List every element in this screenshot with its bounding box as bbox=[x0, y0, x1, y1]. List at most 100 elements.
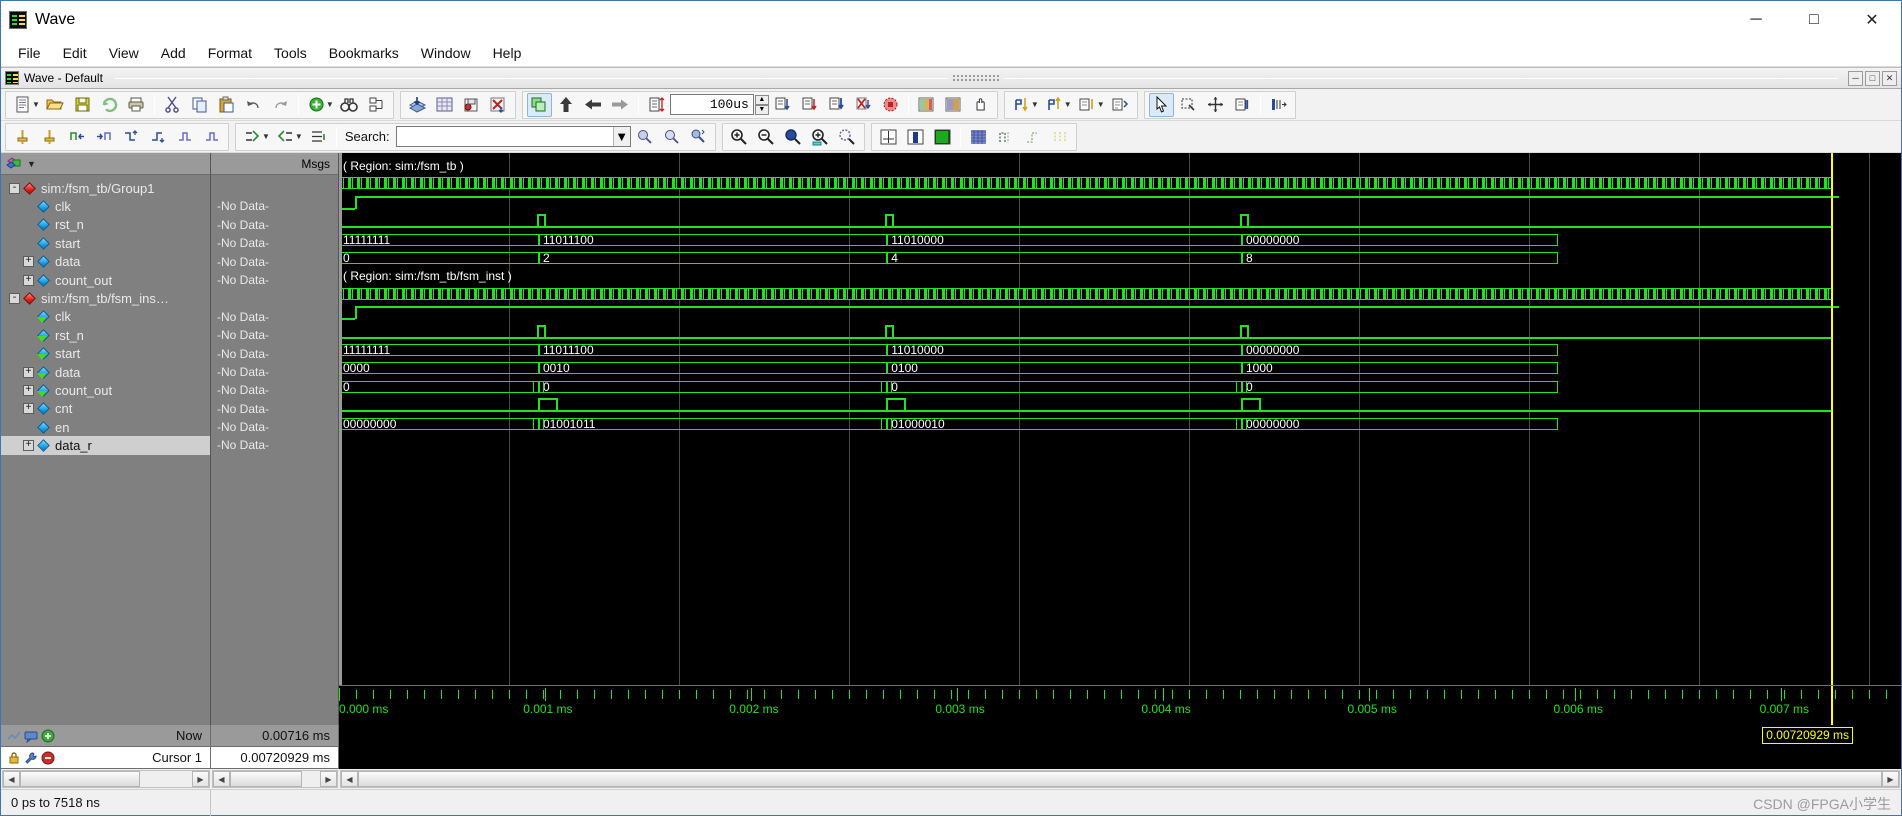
expand-expander-icon[interactable]: + bbox=[23, 384, 34, 396]
values-scrollbar-row[interactable]: ◀ ▶ bbox=[211, 769, 339, 789]
mosaic-step-3-icon[interactable] bbox=[1047, 125, 1072, 149]
view-single-icon[interactable] bbox=[876, 125, 901, 149]
signal-row-count_out[interactable]: + count_out bbox=[1, 271, 210, 289]
find-previous-transition-icon[interactable] bbox=[64, 125, 89, 149]
wave-format-b-dropdown-icon[interactable]: ▼ bbox=[1064, 100, 1072, 109]
open-folder-icon[interactable] bbox=[43, 93, 68, 117]
menu-tools[interactable]: Tools bbox=[263, 41, 318, 65]
add-cursor-icon[interactable] bbox=[41, 729, 55, 743]
wave-scroll-right-icon[interactable]: ▶ bbox=[1882, 771, 1899, 787]
continue-run-icon[interactable] bbox=[797, 93, 822, 117]
objects-dropdown-icon[interactable]: ▼ bbox=[27, 159, 36, 169]
signal-row-cnt[interactable]: + cnt bbox=[1, 400, 210, 418]
dataset-snapshot-icon[interactable] bbox=[459, 93, 484, 117]
view-compact-icon[interactable] bbox=[903, 125, 928, 149]
mosaic-step-2-icon[interactable] bbox=[1020, 125, 1045, 149]
minimize-button[interactable]: ─ bbox=[1727, 1, 1785, 39]
annotation-icon[interactable] bbox=[24, 729, 38, 743]
edit-grid-icon[interactable] bbox=[1230, 93, 1255, 117]
delete-cursor-icon[interactable] bbox=[41, 751, 55, 765]
print-icon[interactable] bbox=[124, 93, 149, 117]
signal-row-sim--fsm_tb-group1[interactable]: - sim:/fsm_tb/Group1 bbox=[1, 179, 210, 197]
dataset-grid-icon[interactable] bbox=[432, 93, 457, 117]
cursor-1-ruler-line[interactable] bbox=[1830, 686, 1833, 725]
signal-row-rst_n[interactable]: rst_n bbox=[1, 326, 210, 344]
dataset-stack-icon[interactable] bbox=[405, 93, 430, 117]
cursor1-row[interactable]: Cursor 1 bbox=[1, 747, 211, 769]
menu-view[interactable]: View bbox=[98, 41, 150, 65]
menu-bookmarks[interactable]: Bookmarks bbox=[318, 41, 410, 65]
menu-help[interactable]: Help bbox=[482, 41, 533, 65]
expand-expander-icon[interactable]: + bbox=[23, 366, 34, 378]
redo-icon[interactable] bbox=[268, 93, 293, 117]
signal-tree[interactable]: - sim:/fsm_tb/Group1 clk rst_n start + data + co… bbox=[1, 175, 210, 725]
search-options-icon[interactable] bbox=[686, 125, 711, 149]
run-length-input[interactable]: 100us bbox=[669, 94, 754, 115]
zoom-cursor-icon[interactable] bbox=[808, 125, 833, 149]
menu-edit[interactable]: Edit bbox=[52, 41, 98, 65]
find-next-transition-icon[interactable] bbox=[91, 125, 116, 149]
subwindow-minimize-button[interactable]: ─ bbox=[1848, 70, 1864, 86]
signal-row-start[interactable]: start bbox=[1, 234, 210, 252]
find-falling-edge-icon[interactable] bbox=[118, 125, 143, 149]
zoom-select-icon[interactable] bbox=[1176, 93, 1201, 117]
objects-icon[interactable] bbox=[6, 156, 24, 171]
subwindow-maximize-button[interactable]: □ bbox=[1865, 70, 1881, 86]
signal-row-clk[interactable]: clk bbox=[1, 197, 210, 215]
collapse-expander-icon[interactable]: - bbox=[9, 293, 20, 305]
wave-format-d-icon[interactable] bbox=[1108, 93, 1133, 117]
signal-row-en[interactable]: en bbox=[1, 418, 210, 436]
dataset-delete-icon[interactable] bbox=[486, 93, 511, 117]
zoom-full-icon[interactable] bbox=[781, 125, 806, 149]
zoom-range-icon[interactable] bbox=[835, 125, 860, 149]
coverage-b-icon[interactable] bbox=[941, 93, 966, 117]
run-all-icon[interactable] bbox=[824, 93, 849, 117]
names-scroll-left-icon[interactable]: ◀ bbox=[3, 771, 20, 787]
maximize-button[interactable]: □ bbox=[1785, 1, 1843, 39]
values-scroll-thumb[interactable] bbox=[230, 771, 302, 787]
paste-icon[interactable] bbox=[214, 93, 239, 117]
search-box[interactable]: ▼ bbox=[395, 126, 631, 147]
run-up-arrow-icon[interactable] bbox=[554, 93, 579, 117]
menu-add[interactable]: Add bbox=[150, 41, 197, 65]
stop-icon[interactable] bbox=[878, 93, 903, 117]
wave-cursor-icon[interactable] bbox=[7, 729, 21, 743]
wave-compare-icon[interactable] bbox=[1266, 93, 1291, 117]
restart-icon[interactable] bbox=[526, 92, 552, 117]
wave-scroll-thumb[interactable] bbox=[358, 771, 1882, 787]
zoom-in-icon[interactable] bbox=[727, 125, 752, 149]
values-scroll-left-icon[interactable]: ◀ bbox=[213, 771, 230, 787]
signal-row-data[interactable]: + data bbox=[1, 363, 210, 381]
wave-format-a-dropdown-icon[interactable]: ▼ bbox=[1031, 100, 1039, 109]
values-horizontal-scrollbar[interactable]: ◀ ▶ bbox=[212, 770, 338, 788]
subwindow-close-button[interactable]: ✕ bbox=[1882, 70, 1898, 86]
undo-icon[interactable] bbox=[241, 93, 266, 117]
expand-expander-icon[interactable]: + bbox=[23, 256, 34, 268]
signal-row-count_out[interactable]: + count_out bbox=[1, 381, 210, 399]
search-next-icon[interactable] bbox=[659, 125, 684, 149]
save-icon[interactable] bbox=[70, 93, 95, 117]
wave-format-c-dropdown-icon[interactable]: ▼ bbox=[1097, 100, 1105, 109]
find-any-edge-icon[interactable] bbox=[172, 125, 197, 149]
wave-scrollbar-row[interactable]: ◀ ▶ bbox=[339, 769, 1901, 789]
close-button[interactable]: ✕ bbox=[1843, 1, 1901, 39]
menu-format[interactable]: Format bbox=[197, 41, 263, 65]
coverage-a-icon[interactable] bbox=[914, 93, 939, 117]
wave-scroll-left-icon[interactable]: ◀ bbox=[341, 771, 358, 787]
values-scroll-right-icon[interactable]: ▶ bbox=[320, 771, 337, 787]
find-edge-reverse-icon[interactable] bbox=[199, 125, 224, 149]
names-horizontal-scrollbar[interactable]: ◀ ▶ bbox=[2, 770, 210, 788]
search-prev-icon[interactable] bbox=[632, 125, 657, 149]
menu-window[interactable]: Window bbox=[410, 41, 482, 65]
collapse-time-dropdown-icon[interactable]: ▼ bbox=[295, 132, 303, 141]
wave-horizontal-scrollbar[interactable]: ◀ ▶ bbox=[340, 770, 1900, 788]
wrench-icon[interactable] bbox=[24, 751, 38, 765]
step-forward-arrow-icon[interactable] bbox=[608, 93, 633, 117]
menu-file[interactable]: File bbox=[7, 41, 52, 65]
run-length-stepper-up[interactable]: ▲ bbox=[754, 94, 769, 105]
find-rising-edge-icon[interactable] bbox=[145, 125, 170, 149]
signal-row-start[interactable]: start bbox=[1, 345, 210, 363]
run-length-stepper[interactable]: ▲ ▼ bbox=[754, 94, 769, 115]
zoom-out-icon[interactable] bbox=[754, 125, 779, 149]
waveform-canvas[interactable]: ( Region: sim:/fsm_tb ) ( Region: sim:/fs… bbox=[339, 153, 1901, 685]
